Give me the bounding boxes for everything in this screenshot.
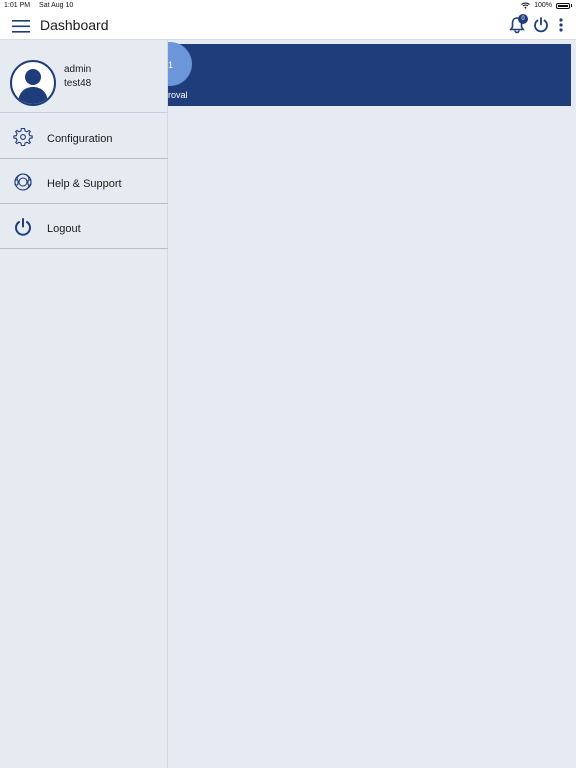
drawer-item-label: Help & Support: [47, 178, 122, 190]
page-title: Dashboard: [40, 17, 109, 33]
battery-tip: [571, 4, 572, 7]
status-date: Sat Aug 10: [39, 2, 74, 9]
notification-badge: 0: [518, 14, 528, 24]
battery-icon: [556, 2, 570, 9]
profile-role: admin: [64, 64, 92, 75]
drawer-item-label: Configuration: [47, 133, 113, 145]
power-icon: [15, 218, 31, 236]
hamburger-icon: [12, 20, 30, 33]
app-header: Dashboard 0: [0, 12, 576, 40]
more-options-button[interactable]: [556, 16, 566, 34]
hamburger-menu-button[interactable]: [11, 17, 31, 35]
user-icon: [18, 69, 48, 104]
avatar: [10, 60, 56, 106]
support-icon: [14, 173, 32, 191]
summary-card[interactable]: [150, 44, 571, 106]
drawer-item-configuration[interactable]: Configuration: [0, 114, 168, 159]
gear-icon: [13, 127, 33, 147]
status-time: 1:01 PM: [4, 2, 31, 9]
drawer-item-label: Logout: [47, 223, 81, 235]
wifi-icon: [521, 2, 530, 9]
drawer-item-logout[interactable]: Logout: [0, 204, 168, 249]
profile-username: test48: [64, 78, 92, 89]
power-icon: [534, 17, 548, 33]
status-bar: 1:01 PM Sat Aug 10 100%: [0, 0, 576, 12]
summary-count: 1: [168, 60, 174, 70]
notifications-button[interactable]: 0: [508, 14, 528, 34]
more-vertical-icon: [559, 18, 563, 32]
battery-percent: 100%: [534, 2, 552, 9]
profile-section: admin test48: [0, 40, 168, 113]
drawer-item-help-support[interactable]: Help & Support: [0, 159, 168, 204]
summary-label: roval: [168, 90, 188, 100]
side-drawer: admin test48 Configuration Help & Suppor…: [0, 40, 168, 768]
power-button[interactable]: [532, 16, 550, 34]
